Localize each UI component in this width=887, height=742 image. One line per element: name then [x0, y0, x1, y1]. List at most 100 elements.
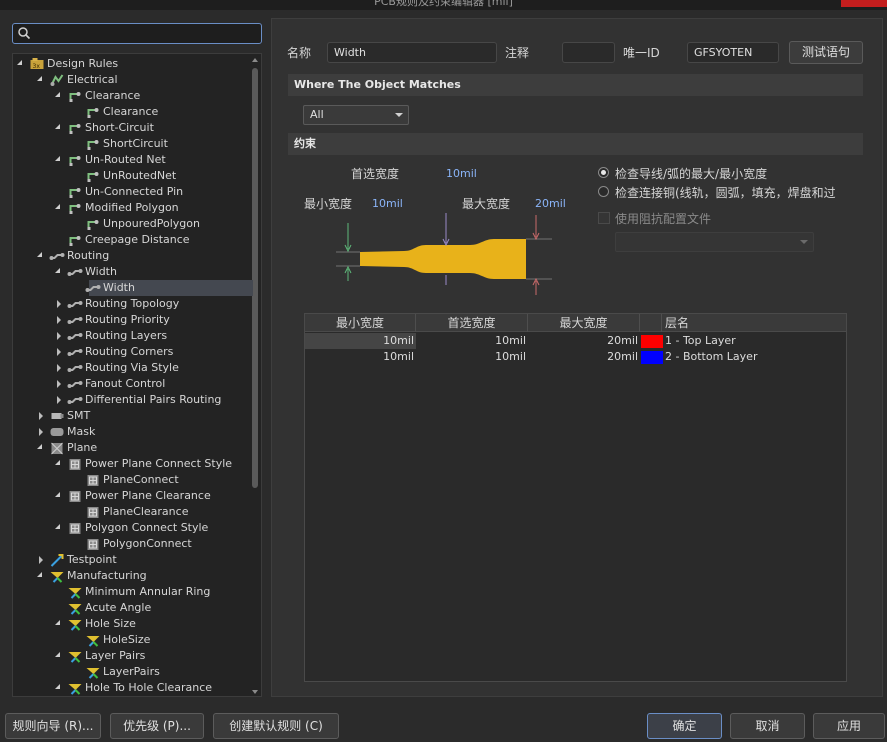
tree-item-routing-topology[interactable]: Routing Topology: [13, 296, 253, 312]
column-header-min[interactable]: 最小宽度: [305, 314, 416, 332]
comment-field[interactable]: [562, 42, 615, 63]
tree-item-modified-polygon[interactable]: Modified Polygon: [13, 200, 253, 216]
tree-item-creepage-distance[interactable]: Creepage Distance: [13, 232, 253, 248]
tree-item-holesize[interactable]: HoleSize: [13, 632, 253, 648]
expand-open-icon[interactable]: [55, 156, 63, 164]
create-default-rules-button[interactable]: 创建默认规则 (C): [213, 713, 339, 739]
expand-open-icon[interactable]: [37, 444, 45, 452]
tree-item-routing-via-style[interactable]: Routing Via Style: [13, 360, 253, 376]
tree-item-polygon-connect-style[interactable]: Polygon Connect Style: [13, 520, 253, 536]
cell-preferred[interactable]: 10mil: [416, 333, 528, 349]
impedance-dropdown[interactable]: [615, 232, 814, 252]
rules-tree[interactable]: 3x Design Rules Electrical Clearance Clearan…: [12, 53, 262, 697]
check-tracks-label[interactable]: 检查导线/弧的最大/最小宽度: [615, 165, 767, 182]
expand-open-icon[interactable]: [55, 460, 63, 468]
tree-item-un-routed-net[interactable]: Un-Routed Net: [13, 152, 253, 168]
expand-closed-icon[interactable]: [55, 364, 63, 372]
cell-preferred[interactable]: 10mil: [416, 349, 528, 365]
expand-closed-icon[interactable]: [37, 428, 45, 436]
column-header-preferred[interactable]: 首选宽度: [416, 314, 528, 332]
tree-item-minimum-annular-ring[interactable]: Minimum Annular Ring: [13, 584, 253, 600]
ok-button[interactable]: 确定: [647, 713, 722, 739]
tree-item-short-circuit[interactable]: Short-Circuit: [13, 120, 253, 136]
check-copper-label[interactable]: 检查连接铜(线轨，圆弧，填充，焊盘和过: [615, 184, 847, 201]
test-query-button[interactable]: 测试语句: [789, 41, 863, 64]
tree-item-shortcircuit[interactable]: ShortCircuit: [13, 136, 253, 152]
tree-item-width[interactable]: Width: [13, 280, 253, 296]
priorities-button[interactable]: 优先级 (P)...: [110, 713, 204, 739]
expand-open-icon[interactable]: [55, 204, 63, 212]
expand-open-icon[interactable]: [55, 124, 63, 132]
tree-item-plane[interactable]: Plane: [13, 440, 253, 456]
tree-item-electrical[interactable]: Electrical: [13, 72, 253, 88]
cell-min[interactable]: 10mil: [305, 349, 416, 365]
expand-closed-icon[interactable]: [55, 348, 63, 356]
tree-item-clearance[interactable]: Clearance: [13, 88, 253, 104]
tree-item-design-rules[interactable]: 3x Design Rules: [13, 56, 253, 72]
tree-item-power-plane-clearance[interactable]: Power Plane Clearance: [13, 488, 253, 504]
column-header-max[interactable]: 最大宽度: [528, 314, 640, 332]
tree-item-planeconnect[interactable]: PlaneConnect: [13, 472, 253, 488]
tree-item-unpouredpolygon[interactable]: UnpouredPolygon: [13, 216, 253, 232]
table-row[interactable]: 10mil 10mil 20mil 1 - Top Layer: [305, 333, 846, 349]
unique-id-field[interactable]: GFSYOTEN: [687, 42, 779, 63]
tree-item-routing[interactable]: Routing: [13, 248, 253, 264]
expand-closed-icon[interactable]: [55, 316, 63, 324]
expand-open-icon[interactable]: [55, 620, 63, 628]
cell-min[interactable]: 10mil: [305, 333, 416, 349]
impedance-label[interactable]: 使用阻抗配置文件: [615, 210, 711, 227]
tree-item-polygonconnect[interactable]: PolygonConnect: [13, 536, 253, 552]
expand-open-icon[interactable]: [55, 524, 63, 532]
close-button[interactable]: [841, 0, 887, 7]
tree-item-testpoint[interactable]: Testpoint: [13, 552, 253, 568]
tree-item-routing-priority[interactable]: Routing Priority: [13, 312, 253, 328]
expand-open-icon[interactable]: [37, 572, 45, 580]
expand-closed-icon[interactable]: [37, 556, 45, 564]
column-header-layer[interactable]: 层名: [662, 314, 846, 332]
search-input[interactable]: [35, 25, 255, 42]
expand-closed-icon[interactable]: [37, 412, 45, 420]
tree-item-layerpairs[interactable]: LayerPairs: [13, 664, 253, 680]
table-row[interactable]: 10mil 10mil 20mil 2 - Bottom Layer: [305, 349, 846, 365]
rule-wizard-button[interactable]: 规则向导 (R)...: [5, 713, 101, 739]
expand-open-icon[interactable]: [55, 652, 63, 660]
tree-item-un-connected-pin[interactable]: Un-Connected Pin: [13, 184, 253, 200]
preferred-width-value[interactable]: 10mil: [446, 167, 477, 180]
expand-open-icon[interactable]: [55, 684, 63, 692]
cancel-button[interactable]: 取消: [730, 713, 805, 739]
tree-item-smt[interactable]: SMT: [13, 408, 253, 424]
apply-button[interactable]: 应用: [813, 713, 885, 739]
check-tracks-radio[interactable]: [598, 167, 609, 178]
expand-closed-icon[interactable]: [55, 396, 63, 404]
tree-item-hole-to-hole-clearance[interactable]: Hole To Hole Clearance: [13, 680, 253, 696]
expand-closed-icon[interactable]: [55, 332, 63, 340]
expand-open-icon[interactable]: [37, 76, 45, 84]
name-field[interactable]: Width: [327, 42, 497, 63]
expand-open-icon[interactable]: [17, 60, 25, 68]
search-box[interactable]: [12, 23, 262, 44]
tree-item-width[interactable]: Width: [13, 264, 253, 280]
tree-item-acute-angle[interactable]: Acute Angle: [13, 600, 253, 616]
tree-item-clearance[interactable]: Clearance: [13, 104, 253, 120]
tree-item-planeclearance[interactable]: PlaneClearance: [13, 504, 253, 520]
expand-open-icon[interactable]: [55, 92, 63, 100]
tree-item-fanout-control[interactable]: Fanout Control: [13, 376, 253, 392]
impedance-checkbox[interactable]: [598, 212, 610, 224]
tree-item-mask[interactable]: Mask: [13, 424, 253, 440]
expand-open-icon[interactable]: [37, 252, 45, 260]
tree-item-hole-size[interactable]: Hole Size: [13, 616, 253, 632]
expand-open-icon[interactable]: [55, 268, 63, 276]
tree-item-layer-pairs[interactable]: Layer Pairs: [13, 648, 253, 664]
tree-item-differential-pairs-routing[interactable]: Differential Pairs Routing: [13, 392, 253, 408]
scope-dropdown[interactable]: All: [303, 105, 409, 125]
tree-item-routing-layers[interactable]: Routing Layers: [13, 328, 253, 344]
tree-item-power-plane-connect-style[interactable]: Power Plane Connect Style: [13, 456, 253, 472]
tree-item-manufacturing[interactable]: Manufacturing: [13, 568, 253, 584]
tree-item-routing-corners[interactable]: Routing Corners: [13, 344, 253, 360]
cell-max[interactable]: 20mil: [528, 333, 640, 349]
cell-max[interactable]: 20mil: [528, 349, 640, 365]
expand-closed-icon[interactable]: [55, 380, 63, 388]
expand-closed-icon[interactable]: [55, 300, 63, 308]
expand-open-icon[interactable]: [55, 492, 63, 500]
tree-item-unroutednet[interactable]: UnRoutedNet: [13, 168, 253, 184]
